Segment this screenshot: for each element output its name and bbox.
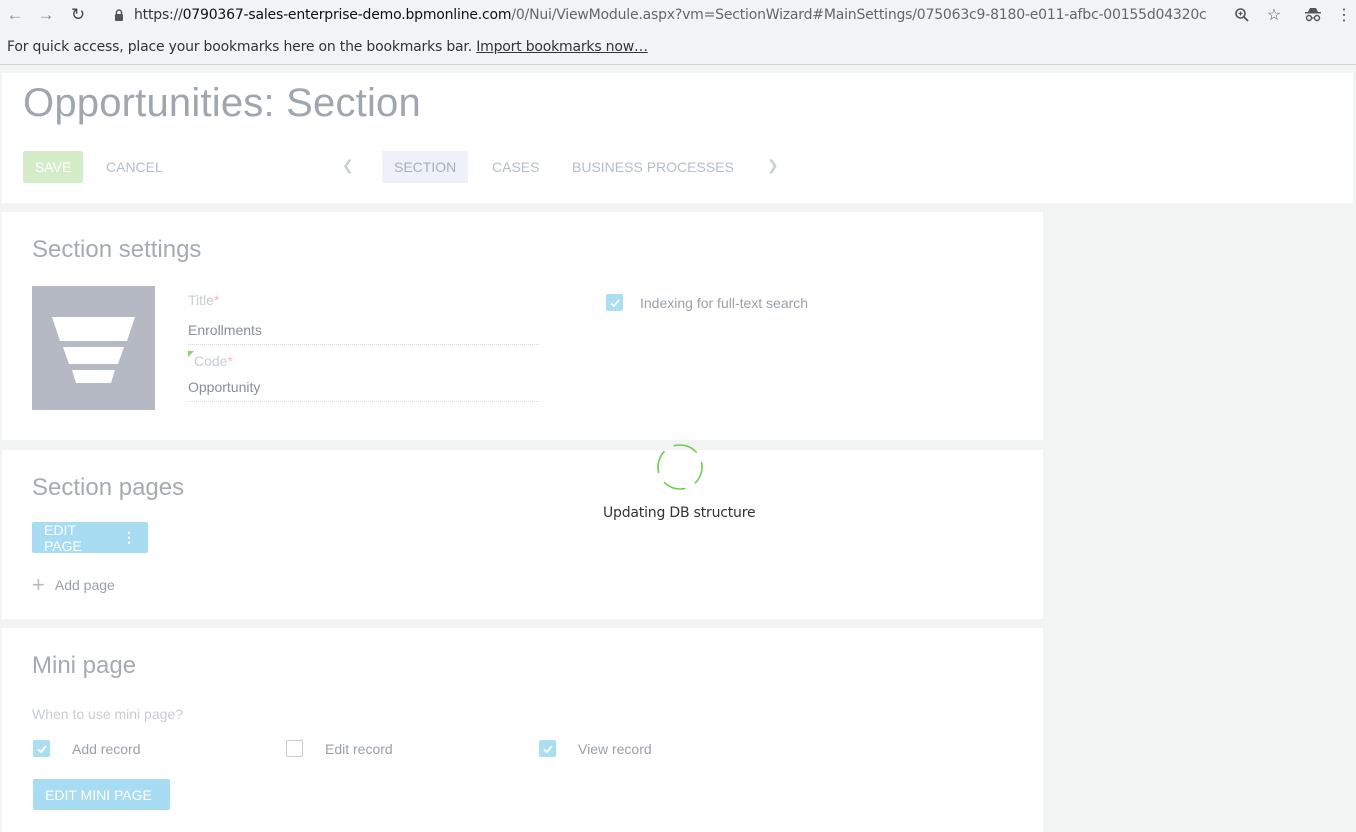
loading-spinner-icon bbox=[657, 444, 703, 490]
bookmark-star-icon[interactable]: ☆ bbox=[1263, 4, 1285, 26]
tab-business-processes[interactable]: BUSINESS PROCESSES bbox=[560, 151, 746, 183]
zoom-icon[interactable] bbox=[1231, 4, 1253, 26]
checkmark-icon bbox=[542, 744, 553, 753]
view-record-label: View record bbox=[578, 741, 652, 757]
back-arrow-icon[interactable]: ← bbox=[2, 2, 28, 28]
page-title: Opportunities: Section bbox=[23, 81, 421, 125]
browser-toolbar: ← → ↻ https://0790367-sales-enterprise-d… bbox=[0, 0, 1356, 30]
browser-menu-icon[interactable]: ⋮ bbox=[1333, 4, 1355, 26]
add-page-button[interactable]: + Add page bbox=[32, 574, 115, 596]
add-record-checkbox[interactable] bbox=[33, 740, 50, 757]
wizard-header: Opportunities: Section SAVE CANCEL ❮ SEC… bbox=[2, 73, 1353, 203]
bookmarks-hint: For quick access, place your bookmarks h… bbox=[7, 39, 472, 55]
section-pages-panel: Section pages EDIT PAGE ⋮ + Add page bbox=[2, 450, 1043, 619]
bookmarks-bar: For quick access, place your bookmarks h… bbox=[0, 30, 1356, 65]
checkmark-icon bbox=[36, 744, 47, 753]
add-page-label: Add page bbox=[54, 577, 115, 593]
section-image[interactable] bbox=[32, 286, 155, 410]
address-bar[interactable]: https://0790367-sales-enterprise-demo.bp… bbox=[134, 7, 1207, 23]
tab-cases[interactable]: CASES bbox=[480, 151, 551, 183]
code-field[interactable]: Opportunity bbox=[188, 379, 539, 402]
tab-section[interactable]: SECTION bbox=[382, 151, 469, 183]
section-pages-heading: Section pages bbox=[32, 474, 185, 501]
funnel-icon bbox=[52, 317, 135, 383]
save-button[interactable]: SAVE bbox=[23, 151, 83, 183]
code-label: Code* bbox=[194, 353, 233, 369]
mini-page-panel: Mini page When to use mini page? Add rec… bbox=[2, 628, 1043, 832]
section-settings-heading: Section settings bbox=[32, 236, 202, 263]
edit-page-label: EDIT PAGE bbox=[44, 521, 82, 554]
lock-icon bbox=[115, 9, 123, 21]
title-field[interactable]: Enrollments bbox=[188, 322, 539, 345]
tab-scroll-right-icon[interactable]: ❯ bbox=[767, 157, 779, 174]
url-path: /0/Nui/ViewModule.aspx?vm=SectionWizard#… bbox=[511, 7, 1207, 23]
import-bookmarks-link[interactable]: Import bookmarks now… bbox=[476, 39, 648, 55]
add-record-label: Add record bbox=[72, 741, 141, 757]
url-host: 0790367-sales-enterprise-demo.bpmonline.… bbox=[182, 7, 512, 23]
indexing-label: Indexing for full-text search bbox=[640, 295, 809, 311]
cancel-button[interactable]: CANCEL bbox=[106, 151, 163, 183]
edit-record-label: Edit record bbox=[325, 741, 393, 757]
indexing-checkbox[interactable] bbox=[606, 294, 623, 311]
forward-arrow-icon[interactable]: → bbox=[33, 2, 59, 28]
loading-text: Updating DB structure bbox=[603, 505, 756, 521]
edit-record-checkbox[interactable] bbox=[286, 740, 303, 757]
url-scheme: https:// bbox=[134, 7, 183, 23]
checkmark-icon bbox=[609, 298, 620, 307]
edit-page-button[interactable]: EDIT PAGE ⋮ bbox=[32, 521, 148, 554]
title-label: Title* bbox=[188, 292, 220, 308]
mini-page-question: When to use mini page? bbox=[32, 706, 183, 722]
tab-scroll-left-icon[interactable]: ❮ bbox=[342, 157, 354, 174]
view-record-checkbox[interactable] bbox=[539, 740, 556, 757]
more-options-icon[interactable]: ⋮ bbox=[122, 529, 136, 546]
incognito-icon[interactable] bbox=[1302, 4, 1324, 26]
plus-icon: + bbox=[32, 572, 45, 597]
edit-mini-page-button[interactable]: EDIT MINI PAGE bbox=[33, 779, 170, 810]
section-settings-panel: Section settings Title* Enrollments Code… bbox=[2, 212, 1043, 440]
mini-page-heading: Mini page bbox=[32, 652, 137, 679]
reload-icon[interactable]: ↻ bbox=[65, 2, 91, 28]
